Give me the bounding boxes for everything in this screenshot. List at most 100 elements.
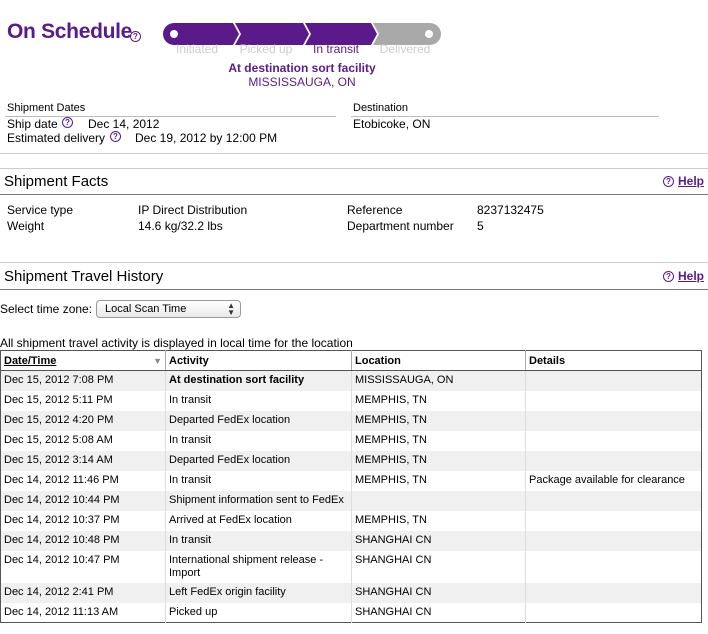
col-header-location: Location xyxy=(351,350,526,371)
timezone-label: Select time zone: xyxy=(0,302,93,316)
cell-activity: Picked up xyxy=(165,602,352,623)
weight-label: Weight xyxy=(7,219,45,233)
cell-location: MEMPHIS, TN xyxy=(351,470,526,491)
department-value: 5 xyxy=(477,219,484,233)
cell-activity: Shipment information sent to FedEx xyxy=(165,490,352,511)
cell-details xyxy=(525,450,702,471)
cell-datetime: Dec 14, 2012 2:41 PM xyxy=(0,582,166,603)
step-delivered: Delivered xyxy=(379,42,431,56)
cell-activity: Arrived at FedEx location xyxy=(165,510,352,531)
shipment-dates-heading: Shipment Dates xyxy=(7,102,86,114)
table-row: Dec 15, 2012 5:11 PM In transit MEMPHIS, T… xyxy=(0,390,702,411)
ship-date-label: Ship date xyxy=(7,117,58,131)
up-down-arrows-icon: ▲ ▼ xyxy=(227,301,235,317)
cell-location: MISSISSAUGA, ON xyxy=(351,370,526,391)
weight-value: 14.6 kg/32.2 lbs xyxy=(138,219,223,233)
table-row: Dec 14, 2012 2:41 PM Left FedEx origin fa… xyxy=(0,582,702,603)
reference-value: 8237132475 xyxy=(477,203,544,217)
cell-details xyxy=(525,390,702,411)
cell-activity: Departed FedEx location xyxy=(165,450,352,471)
cell-details xyxy=(525,430,702,451)
step-initiated: Initiated xyxy=(175,42,219,56)
table-row: Dec 15, 2012 3:14 AM Departed FedEx locat… xyxy=(0,450,702,471)
travel-history-body: Dec 15, 2012 7:08 PM At destination sort … xyxy=(0,370,702,623)
est-delivery-help-icon[interactable]: ? xyxy=(110,131,121,142)
timezone-select-value: Local Scan Time xyxy=(105,303,187,315)
table-row: Dec 15, 2012 5:08 AM In transit MEMPHIS, T… xyxy=(0,430,702,451)
department-label: Department number xyxy=(347,219,454,233)
table-header-row: Date/Time ▼ Activity Location Details xyxy=(0,350,702,371)
cell-location: MEMPHIS, TN xyxy=(351,410,526,431)
table-row: Dec 14, 2012 10:47 PM International shipm… xyxy=(0,550,702,583)
cell-details xyxy=(525,370,702,391)
cell-location: MEMPHIS, TN xyxy=(351,390,526,411)
status-help-icon[interactable]: ? xyxy=(130,31,141,42)
cell-activity: In transit xyxy=(165,470,352,491)
facts-help-link[interactable]: Help xyxy=(678,174,704,188)
history-help-icon[interactable]: ? xyxy=(663,271,674,282)
table-row: Dec 14, 2012 10:44 PM Shipment informatio… xyxy=(0,490,702,511)
cell-details xyxy=(525,550,702,583)
cell-activity: Left FedEx origin facility xyxy=(165,582,352,603)
divider xyxy=(0,289,708,290)
cell-datetime: Dec 14, 2012 10:47 PM xyxy=(0,550,166,583)
facts-help-icon[interactable]: ? xyxy=(663,176,674,187)
cell-datetime: Dec 14, 2012 10:37 PM xyxy=(0,510,166,531)
cell-activity: In transit xyxy=(165,530,352,551)
cell-details xyxy=(525,582,702,603)
ship-date-value: Dec 14, 2012 xyxy=(88,117,160,131)
progress-start-dot xyxy=(170,30,178,38)
sort-down-icon[interactable]: ▼ xyxy=(153,356,162,366)
step-picked-up: Picked up xyxy=(239,42,293,56)
destination-value: Etobicoke, ON xyxy=(353,117,431,131)
timezone-select[interactable]: Local Scan Time ▲ ▼ xyxy=(96,300,241,318)
table-row: Dec 14, 2012 10:48 PM In transit SHANGHAI … xyxy=(0,530,702,551)
cell-datetime: Dec 14, 2012 11:13 AM xyxy=(0,602,166,623)
destination-heading: Destination xyxy=(353,102,409,114)
table-row: Dec 15, 2012 7:08 PM At destination sort … xyxy=(0,370,702,391)
est-delivery-label: Estimated delivery xyxy=(7,131,106,145)
cell-details xyxy=(525,490,702,511)
cell-datetime: Dec 15, 2012 5:08 AM xyxy=(0,430,166,451)
cell-location xyxy=(351,490,526,511)
divider xyxy=(0,194,708,195)
divider xyxy=(0,262,708,263)
cell-details xyxy=(525,602,702,623)
col-header-details: Details xyxy=(525,350,702,371)
history-help-link[interactable]: Help xyxy=(678,269,704,283)
timezone-note: All shipment travel activity is displaye… xyxy=(0,336,353,350)
cell-datetime: Dec 14, 2012 10:48 PM xyxy=(0,530,166,551)
cell-location: MEMPHIS, TN xyxy=(351,450,526,471)
est-delivery-value: Dec 19, 2012 by 12:00 PM xyxy=(135,131,278,145)
shipment-facts-title: Shipment Facts xyxy=(4,173,109,190)
cell-datetime: Dec 15, 2012 7:08 PM xyxy=(0,370,166,391)
service-type-label: Service type xyxy=(7,203,74,217)
cell-datetime: Dec 14, 2012 10:44 PM xyxy=(0,490,166,511)
table-row: Dec 14, 2012 10:37 PM Arrived at FedEx lo… xyxy=(0,510,702,531)
cell-details xyxy=(525,510,702,531)
progress-end-dot xyxy=(425,30,433,38)
cell-activity: At destination sort facility xyxy=(165,370,352,391)
cell-location: MEMPHIS, TN xyxy=(351,430,526,451)
cell-location: SHANGHAI CN xyxy=(351,582,526,603)
cell-details xyxy=(525,410,702,431)
step-in-transit: In transit xyxy=(312,42,360,56)
cell-activity: International shipment release - Import xyxy=(165,550,352,583)
ship-date-help-icon[interactable]: ? xyxy=(62,117,73,128)
cell-location: SHANGHAI CN xyxy=(351,550,526,583)
divider xyxy=(0,168,708,169)
table-row: Dec 14, 2012 11:13 AM Picked up SHANGHAI C… xyxy=(0,602,702,623)
cell-datetime: Dec 14, 2012 11:46 PM xyxy=(0,470,166,491)
cell-datetime: Dec 15, 2012 4:20 PM xyxy=(0,410,166,431)
cell-datetime: Dec 15, 2012 5:11 PM xyxy=(0,390,166,411)
reference-label: Reference xyxy=(347,203,403,217)
cell-datetime: Dec 15, 2012 3:14 AM xyxy=(0,450,166,471)
cell-activity: Departed FedEx location xyxy=(165,410,352,431)
cell-activity: In transit xyxy=(165,430,352,451)
col-header-datetime[interactable]: Date/Time ▼ xyxy=(0,350,166,371)
status-title: On Schedule xyxy=(7,20,133,43)
cell-location: SHANGHAI CN xyxy=(351,530,526,551)
cell-activity: In transit xyxy=(165,390,352,411)
status-activity: At destination sort facility xyxy=(228,61,376,75)
table-row: Dec 14, 2012 11:46 PM In transit MEMPHIS, … xyxy=(0,470,702,491)
